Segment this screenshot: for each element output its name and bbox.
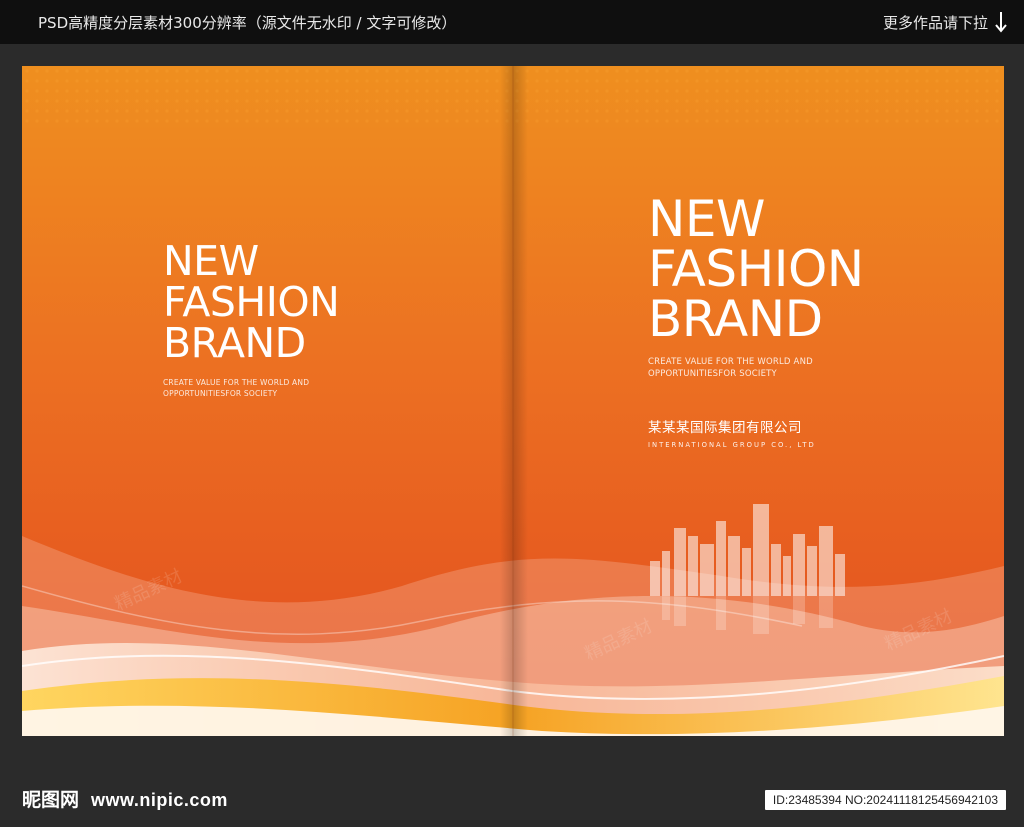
front-cover-headline: NEW FASHION BRAND <box>648 190 864 348</box>
site-logo-cn: 昵图网 <box>22 789 80 811</box>
cover-background <box>22 66 1004 736</box>
banner-left-text: PSD高精度分层素材300分辨率（源文件无水印 / 文字可修改） <box>38 13 457 32</box>
back-cover-headline: NEW FASHION BRAND <box>163 237 340 367</box>
arrow-down-icon <box>995 12 1007 33</box>
more-works-hint[interactable]: 更多作品请下拉 <box>883 11 1008 33</box>
company-name-block: 某某某国际集团有限公司 INTERNATIONAL GROUP CO., LTD <box>648 416 816 449</box>
company-name-cn: 某某某国际集团有限公司 <box>648 420 802 436</box>
brochure-cover-spread: 精品素材 精品素材 精品素材 NEW FASHION BRAND CREATE … <box>22 66 1004 736</box>
back-cover-tagline: CREATE VALUE FOR THE WORLD AND OPPORTUNI… <box>163 378 310 398</box>
front-cover-tagline: CREATE VALUE FOR THE WORLD AND OPPORTUNI… <box>648 357 813 380</box>
back-cover-text: NEW FASHION BRAND CREATE VALUE FOR THE W… <box>163 237 340 400</box>
site-logo[interactable]: 昵图网 www.nipic.com <box>22 785 228 812</box>
company-name-en: INTERNATIONAL GROUP CO., LTD <box>648 441 816 449</box>
image-id-label: ID:23485394 NO:20241118125456942103 <box>764 790 1006 810</box>
banner-right-text: 更多作品请下拉 <box>882 13 988 32</box>
site-url[interactable]: www.nipic.com <box>91 790 228 811</box>
top-banner: PSD高精度分层素材300分辨率（源文件无水印 / 文字可修改） 更多作品请下拉 <box>0 0 1024 44</box>
front-cover-text: NEW FASHION BRAND CREATE VALUE FOR THE W… <box>648 194 864 381</box>
